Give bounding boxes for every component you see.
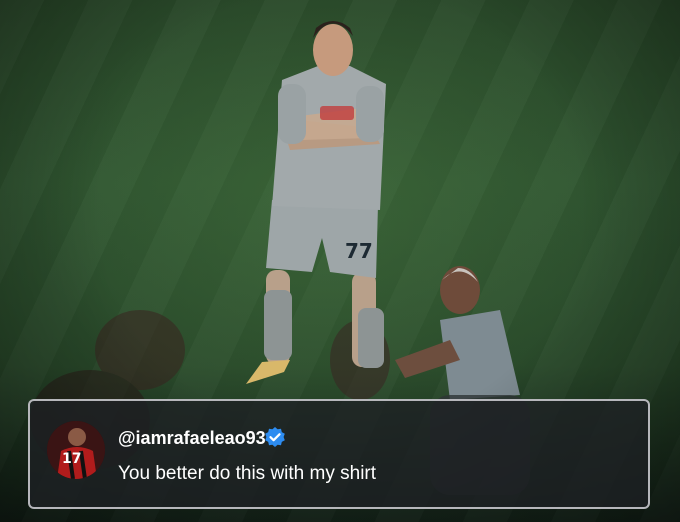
- avatar[interactable]: 17: [47, 421, 105, 479]
- comment-card: 17 @iamrafaeleao93 You better do this wi…: [28, 399, 650, 509]
- avatar-jersey-number: 17: [62, 451, 82, 467]
- photo-scene: 77: [0, 0, 680, 522]
- username[interactable]: @iamrafaeleao93: [118, 428, 266, 449]
- verified-icon: [265, 427, 285, 447]
- comment-text: You better do this with my shirt: [118, 463, 377, 484]
- avatar-image: [47, 421, 105, 479]
